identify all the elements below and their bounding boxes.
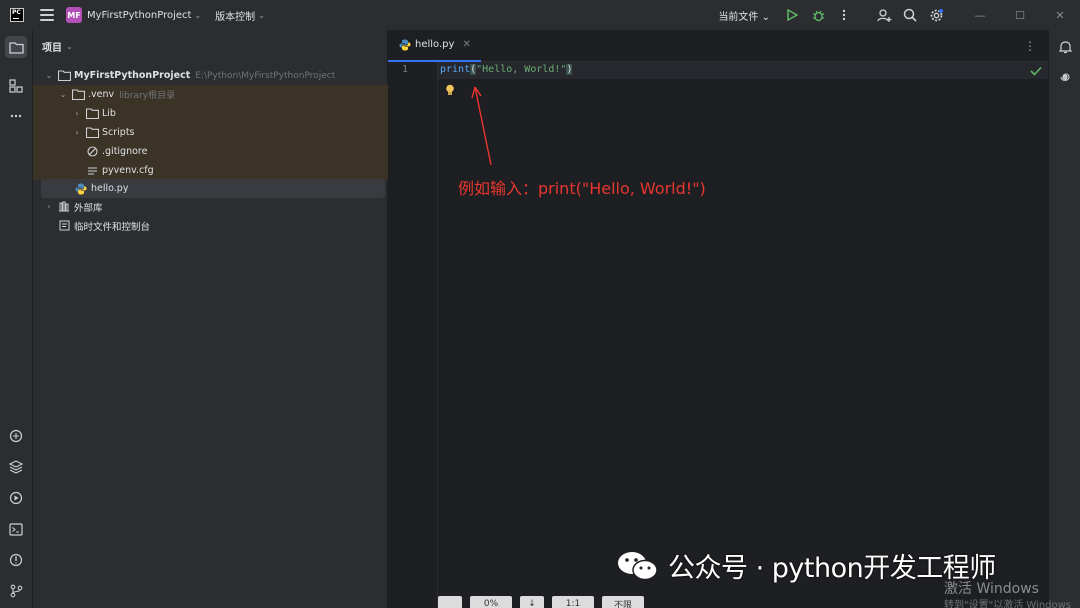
inspection-ok-icon[interactable]: [1030, 66, 1042, 79]
tree-item-scripts[interactable]: › Scripts: [33, 123, 388, 142]
lightbulb-icon[interactable]: [445, 84, 455, 99]
tree-item-label: .venv: [88, 89, 115, 100]
run-config-selector[interactable]: 当前文件 ⌄: [718, 8, 770, 23]
chevron-right-icon: ›: [47, 202, 51, 211]
search-icon[interactable]: [902, 7, 918, 23]
tree-item-label: hello.py: [91, 183, 129, 194]
annotation-arrow: [471, 86, 492, 166]
annotation-text: 例如输入：print("Hello, World!"): [458, 179, 706, 198]
tree-item-scratches[interactable]: 临时文件和控制台: [33, 216, 388, 235]
tree-item-lib[interactable]: › Lib: [33, 104, 388, 123]
run-icon[interactable]: [784, 7, 800, 23]
tree-item-venv[interactable]: ⌄ .venv library根目录: [33, 85, 388, 104]
tree-item-external-libraries[interactable]: › 外部库: [33, 197, 388, 216]
tree-item-label: pyvenv.cfg: [102, 165, 154, 176]
left-tool-strip: [0, 30, 33, 608]
folder-icon: [85, 127, 99, 139]
close-window-button[interactable]: ✕: [1040, 0, 1080, 30]
wechat-logo-icon: [618, 551, 658, 580]
editor-area: hello.py ✕ ⋮ 1 print("Hello, World!") 例如…: [388, 30, 1048, 608]
tree-item-label: MyFirstPythonProject: [74, 70, 191, 81]
git-branch-icon[interactable]: [5, 580, 27, 602]
tree-item-label: Lib: [102, 108, 116, 119]
config-file-icon: [85, 165, 99, 177]
python-packages-icon[interactable]: [5, 425, 27, 447]
more-tools-icon[interactable]: [5, 105, 27, 127]
tree-item-label: 外部库: [74, 202, 103, 214]
chevron-down-icon: ⌄: [45, 71, 53, 80]
settings-gear-icon[interactable]: [928, 7, 944, 23]
folder-icon: [85, 108, 99, 120]
ignored-file-icon: [85, 146, 99, 158]
bottom-key-overlay: 0% ↓ 1:1 不限: [438, 596, 644, 608]
tree-item-label: Scripts: [102, 127, 135, 138]
project-switcher[interactable]: MyFirstPythonProject: [87, 10, 191, 21]
layers-icon[interactable]: [5, 456, 27, 478]
windows-activation-text: 激活 Windows: [944, 581, 1039, 597]
terminal-icon[interactable]: [5, 518, 27, 540]
chevron-down-icon: ⌄: [66, 41, 73, 51]
structure-icon[interactable]: [5, 75, 27, 97]
folder-icon: [71, 89, 85, 101]
chevron-down-icon: ⌄: [258, 10, 265, 20]
editor-tabs: hello.py ✕ ⋮: [388, 30, 1048, 62]
project-panel: 项目 ⌄ ⌄ MyFirstPythonProject E:\Python\My…: [33, 30, 388, 608]
scratch-file-icon: [57, 220, 71, 232]
problems-icon[interactable]: [5, 549, 27, 571]
ai-assistant-spiral-icon[interactable]: [1056, 68, 1074, 86]
line-number-gutter: [388, 62, 438, 608]
code-line-1[interactable]: print("Hello, World!"): [440, 64, 573, 75]
vcs-menu[interactable]: 版本控制: [215, 8, 255, 23]
windows-activation-hint: 转到"设置"以激活 Windows: [944, 600, 1072, 608]
project-tool-folder-icon[interactable]: [5, 36, 27, 58]
python-file-icon: [74, 183, 88, 195]
add-user-icon[interactable]: [876, 7, 892, 23]
more-actions-icon[interactable]: [836, 7, 852, 23]
line-number: 1: [402, 64, 409, 75]
right-tool-strip: [1048, 30, 1080, 608]
project-badge[interactable]: MF: [66, 7, 82, 23]
overlay-key: 0%: [470, 596, 512, 608]
title-bar: MF MyFirstPythonProject ⌄ 版本控制 ⌄ 当前文件 ⌄ …: [0, 0, 1080, 30]
project-panel-title: 项目: [42, 42, 62, 54]
minimize-button[interactable]: —: [960, 0, 1000, 30]
tree-item-label: .gitignore: [102, 146, 148, 157]
main-menu-icon[interactable]: [40, 9, 54, 21]
folder-icon: [57, 70, 71, 82]
python-file-icon: [398, 39, 412, 51]
code-string: "Hello, World!": [476, 64, 567, 75]
run-config-label: 当前文件: [718, 11, 759, 23]
code-paren-close: ): [566, 64, 573, 75]
debug-icon[interactable]: [810, 7, 826, 23]
overlay-key: [438, 596, 462, 608]
notifications-bell-icon[interactable]: [1056, 38, 1074, 56]
chevron-down-icon: ⌄: [194, 10, 202, 20]
wechat-watermark: 公众号 · python开发工程师: [616, 546, 996, 585]
tree-item-pyvenv-cfg[interactable]: pyvenv.cfg: [33, 161, 388, 180]
overlay-key: ↓: [520, 596, 544, 608]
library-icon: [57, 201, 71, 213]
run-tool-icon[interactable]: [5, 487, 27, 509]
tab-label: hello.py: [415, 39, 455, 50]
tree-item-project-root[interactable]: ⌄ MyFirstPythonProject E:\Python\MyFirst…: [33, 66, 388, 85]
tab-hello-py[interactable]: hello.py ✕: [388, 30, 481, 62]
project-panel-header[interactable]: 项目 ⌄: [33, 30, 387, 62]
chevron-down-icon: ⌄: [59, 90, 67, 99]
tree-item-path: E:\Python\MyFirstPythonProject: [195, 70, 336, 81]
overlay-key: 不限: [602, 596, 644, 608]
chevron-right-icon: ›: [75, 109, 79, 118]
pycharm-logo-icon: [10, 8, 24, 22]
chevron-right-icon: ›: [75, 128, 79, 137]
tree-item-hint: library根目录: [119, 91, 176, 101]
code-function: print: [440, 64, 471, 75]
tree-item-gitignore[interactable]: .gitignore: [33, 142, 388, 161]
maximize-button[interactable]: ☐: [1000, 0, 1040, 30]
tree-item-label: 临时文件和控制台: [74, 221, 151, 233]
tab-options-icon[interactable]: ⋮: [1024, 39, 1036, 53]
close-icon[interactable]: ✕: [462, 39, 470, 50]
tree-item-hello-py[interactable]: hello.py: [41, 179, 385, 198]
overlay-key: 1:1: [552, 596, 594, 608]
